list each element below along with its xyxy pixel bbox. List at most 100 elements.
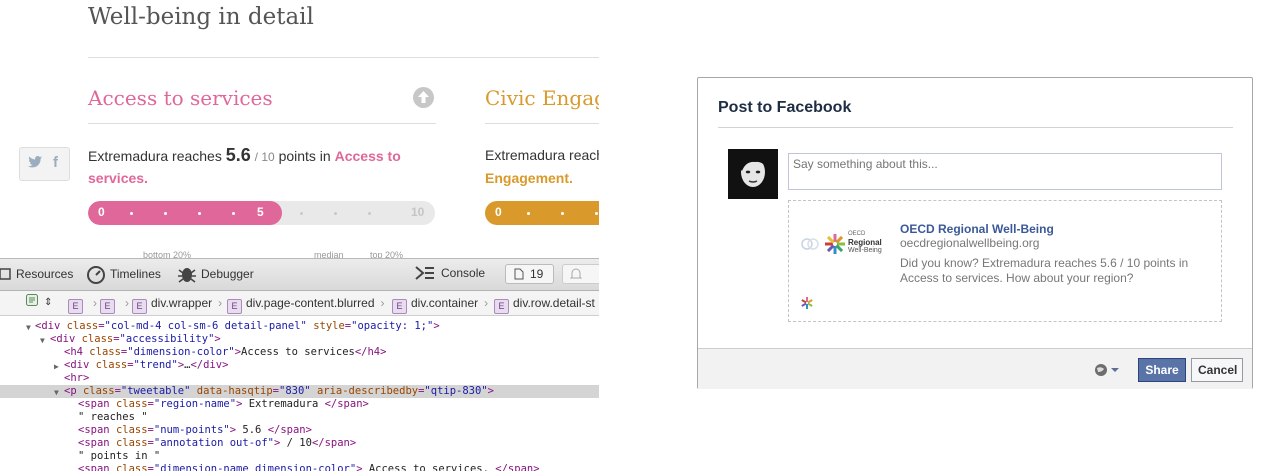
dom-node[interactable]: <span class="region-name"> Extremadura <… [0, 398, 599, 411]
access-divider [88, 123, 436, 124]
dom-text-node[interactable]: " reaches " [0, 411, 599, 424]
cancel-button[interactable]: Cancel [1191, 358, 1243, 382]
link-preview: OECD Regional Well-Being OECD Regional W… [788, 200, 1222, 322]
document-icon [514, 268, 524, 280]
dom-node[interactable]: <span class="num-points"> 5.6 </span> [0, 424, 599, 437]
globe-icon [1095, 364, 1119, 376]
tab-debugger-label: Debugger [201, 267, 254, 281]
tab-timelines-label: Timelines [110, 267, 161, 281]
element-icon: E [227, 299, 242, 314]
social-share-box: f [19, 147, 70, 181]
num-points: 5.6 [225, 145, 251, 165]
oecd-logo: OECD Regional Well-Being [801, 231, 896, 261]
tab-resources[interactable]: Resources [0, 267, 73, 281]
avatar [728, 149, 778, 199]
title-divider [88, 57, 599, 58]
civic-statement: Extremadura reaches [485, 147, 599, 163]
civic-heading: Civic Engagement [485, 86, 599, 110]
bar-label-end: 10 [411, 205, 425, 219]
web-page-viewport: Well-being in detail Access to services … [0, 0, 599, 258]
updown-chevron-icon[interactable]: ⇕ [44, 297, 52, 308]
crumb-div-wrapper[interactable]: Ediv.wrapper › [132, 296, 222, 314]
bug-icon [178, 268, 196, 283]
crumb-div-row[interactable]: Ediv.row.detail-st [494, 296, 595, 314]
access-heading: Access to services [88, 86, 273, 110]
civic-dimension-name[interactable]: Engagement. [485, 170, 573, 186]
facebook-icon[interactable]: f [53, 154, 58, 171]
scale-top-label: top 20% [370, 250, 404, 258]
arrow-up-circle-icon[interactable] [413, 87, 434, 108]
bar-tick [130, 212, 133, 215]
console-icon [415, 266, 434, 280]
points-in-text: points in [278, 148, 331, 164]
crumb-label: div.wrapper [151, 296, 213, 310]
dom-node[interactable]: <hr> [0, 372, 599, 385]
dom-node[interactable]: ▶ <div class="trend">…</div> [0, 359, 599, 372]
access-score-bar: 0 5 10 [88, 201, 435, 225]
web-inspector: Resources Timelines Debugger Console 19 … [0, 258, 599, 471]
dimension-name[interactable]: Access to [335, 148, 401, 164]
preview-description: Did you know? Extremadura reaches 5.6 / … [900, 256, 1189, 285]
civic-divider [485, 123, 599, 124]
access-statement-line2: services. [88, 167, 148, 190]
element-icon: E [68, 299, 83, 314]
scale-bottom-label: bottom 20% [143, 250, 192, 258]
crumb-body[interactable]: E › [100, 296, 129, 314]
logo-oecd-text: OECD [848, 231, 866, 237]
dom-node-selected[interactable]: ▼ <p class="tweetable" data-hasqtip="830"… [0, 385, 599, 398]
dimension-name-cont[interactable]: services. [88, 170, 148, 186]
element-icon: E [392, 299, 407, 314]
dom-node[interactable]: <h4 class="dimension-color">Access to se… [0, 346, 599, 359]
issues-counter[interactable]: 19 [505, 264, 554, 284]
dialog-footer: Share Cancel [698, 348, 1252, 389]
pinwheel-icon [825, 234, 845, 254]
bar-tick [368, 212, 371, 215]
tab-console-label: Console [441, 266, 486, 280]
bar-tick [300, 212, 303, 215]
dialog-divider [718, 127, 1233, 128]
out-of: / 10 [254, 150, 275, 164]
bar-tick [527, 212, 530, 215]
logo-wellbeing-text: Well-Being [848, 247, 882, 254]
dom-node[interactable]: ▼ <div class="accessibility"> [0, 333, 599, 346]
element-icon: E [100, 299, 115, 314]
bar-label-start: 0 [495, 205, 502, 219]
bar-tick [232, 212, 235, 215]
stopwatch-icon [87, 266, 105, 284]
element-icon: E [494, 299, 509, 314]
audience-selector[interactable] [1094, 363, 1120, 377]
bar-tick [595, 212, 598, 215]
share-button[interactable]: Share [1138, 358, 1186, 382]
bar-tick [561, 212, 564, 215]
crumb-div-page-content[interactable]: Ediv.page-content.blurred › [227, 296, 385, 314]
crumb-div-container[interactable]: Ediv.container › [392, 296, 488, 314]
tab-timelines[interactable]: Timelines [86, 264, 161, 284]
bar-label-mid: 5 [257, 205, 264, 219]
access-score-fill [88, 201, 283, 225]
preview-title[interactable]: OECD Regional Well-Being [900, 222, 1054, 236]
bar-tick [198, 212, 201, 215]
region-statement: Extremadura reaches [88, 148, 222, 164]
message-input[interactable] [788, 153, 1222, 190]
favicon-icon [801, 297, 813, 309]
dom-tree: ▼ <div class="col-md-4 col-sm-6 detail-pa… [0, 320, 599, 471]
inspector-toolbar: Resources Timelines Debugger Console 19 [0, 258, 599, 291]
facebook-share-dialog: Post to Facebook Say something about thi… [697, 77, 1253, 389]
dom-text-node[interactable]: " points in " [0, 450, 599, 463]
dom-tree-icon [26, 294, 38, 306]
crumb-html[interactable]: E › [68, 296, 97, 314]
twitter-icon[interactable] [28, 154, 42, 172]
tab-debugger[interactable]: Debugger [177, 264, 254, 284]
tab-console[interactable]: Console [415, 265, 485, 281]
resources-icon [0, 268, 11, 280]
issues-count: 19 [530, 267, 544, 281]
dom-tree-toggle[interactable] [26, 294, 38, 309]
dom-node[interactable]: ▼ <div class="col-md-4 col-sm-6 detail-pa… [0, 320, 599, 333]
bar-label-start: 0 [98, 205, 105, 219]
logo-regional-text: Regional [848, 238, 882, 247]
warnings-counter[interactable] [562, 264, 599, 284]
crumb-label: div.row.detail-st [513, 296, 595, 310]
dom-node[interactable]: <span class="dimension-name dimension-co… [0, 463, 599, 471]
dom-node[interactable]: <span class="annotation out-of"> / 10</s… [0, 437, 599, 450]
scale-median-label: median [314, 250, 344, 258]
